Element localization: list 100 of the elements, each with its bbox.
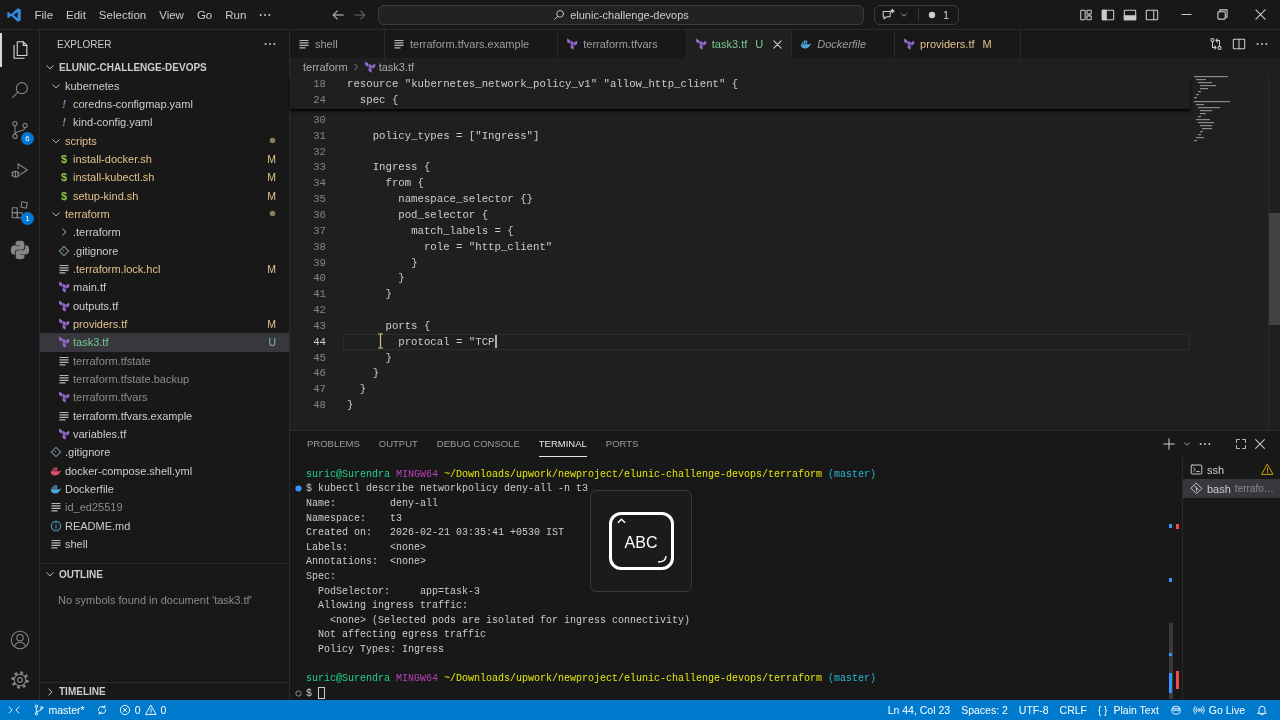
editor-tab[interactable]: task3.tf U xyxy=(686,30,793,58)
branch-button[interactable]: master* xyxy=(27,700,91,720)
go-live-button[interactable]: Go Live xyxy=(1187,700,1251,720)
text-caret xyxy=(494,335,497,349)
layout-icon[interactable] xyxy=(1079,7,1093,22)
bell-icon[interactable] xyxy=(1256,704,1268,716)
remote-icon[interactable] xyxy=(7,704,20,716)
menu-item[interactable]: Go xyxy=(190,5,219,24)
file-tree-item[interactable]: terraform.tfvars xyxy=(40,388,289,407)
status-dot-icon[interactable] xyxy=(295,485,302,493)
terraform-file-icon xyxy=(903,38,916,50)
close-icon[interactable] xyxy=(771,38,783,50)
cursor-position-button[interactable]: Ln 44, Col 23 xyxy=(882,700,956,720)
folder-tree-item[interactable]: scripts xyxy=(40,131,289,150)
exclamation-mark-icon: ! xyxy=(58,116,70,129)
compare-changes-icon[interactable] xyxy=(1209,37,1223,51)
editor-tab[interactable]: shell xyxy=(290,30,385,58)
terminal-session-item[interactable]: bash terrafo… xyxy=(1183,479,1280,498)
outline-header[interactable]: OUTLINE xyxy=(40,564,289,584)
timeline-header[interactable]: TIMELINE xyxy=(40,683,289,700)
line-ending-button[interactable]: CRLF xyxy=(1054,700,1093,720)
file-tree-item[interactable]: shell xyxy=(40,534,289,554)
editor-tab[interactable]: Dockerfile xyxy=(792,30,896,58)
panel-tab[interactable]: PROBLEMS xyxy=(307,431,360,457)
sidebar-toggle-icon[interactable] xyxy=(1101,7,1115,22)
file-tree-item[interactable]: .terraform.lock.hcl M xyxy=(40,259,289,279)
account-icon[interactable] xyxy=(8,629,31,651)
caret-icon[interactable] xyxy=(1182,439,1192,449)
terminal-output-line: Policy Types: Ingress xyxy=(317,643,445,655)
line-number: 39 xyxy=(312,256,326,269)
close-icon[interactable] xyxy=(1253,437,1267,451)
close-icon[interactable] xyxy=(1254,9,1266,20)
warning-icon xyxy=(1261,463,1274,476)
file-tree-item[interactable]: ! coredns-configmap.yaml xyxy=(40,94,289,114)
folder-tree-item[interactable]: terraform xyxy=(40,204,289,224)
file-tree-item[interactable]: providers.tf M xyxy=(40,314,289,334)
panel-tab[interactable]: OUTPUT xyxy=(378,431,418,457)
maximize-icon[interactable] xyxy=(1235,438,1247,450)
breadcrumb-item[interactable]: task3.tf xyxy=(378,61,415,73)
file-tree-item[interactable]: task3.tf U xyxy=(40,333,289,352)
goggles-face-icon[interactable] xyxy=(1169,704,1182,716)
file-tree-item[interactable]: $ setup-kind.sh M xyxy=(40,186,289,205)
diamond-icon xyxy=(58,244,70,257)
menu-item[interactable]: View xyxy=(152,5,191,24)
menu-item[interactable]: Selection xyxy=(92,5,153,24)
search-field[interactable]: elunic-challenge-devops xyxy=(378,4,864,25)
scrollbar-thumb[interactable] xyxy=(1269,213,1280,325)
folder-tree-item[interactable]: kubernetes xyxy=(40,76,289,95)
line-number: 48 xyxy=(312,399,326,412)
plus-icon[interactable] xyxy=(1162,437,1176,451)
line-number: 38 xyxy=(312,240,326,253)
panel-tab[interactable]: PORTS xyxy=(605,431,639,457)
dollar-sign-icon: $ xyxy=(58,171,70,184)
file-tree-item[interactable]: ! kind-config.yaml xyxy=(40,113,289,132)
menu-item[interactable]: Run xyxy=(218,5,253,24)
settings-icon[interactable] xyxy=(8,669,31,691)
file-tree-item[interactable]: id_ed25519 xyxy=(40,498,289,517)
panel-toggle-icon[interactable] xyxy=(1123,7,1137,22)
split-editor-icon[interactable] xyxy=(1232,37,1246,51)
file-tree-item[interactable]: $ install-kubectl.sh M xyxy=(40,168,289,187)
panel-tab[interactable]: TERMINAL xyxy=(538,431,587,457)
file-tree-item[interactable]: variables.tf xyxy=(40,424,289,444)
file-tree-item[interactable]: terraform.tfstate.backup xyxy=(40,369,289,389)
file-tree-item[interactable]: docker-compose.shell.yml xyxy=(40,461,289,480)
file-tree-item[interactable]: terraform.tfvars.example xyxy=(40,406,289,425)
code-line: protocal = "TCP xyxy=(398,335,495,348)
breadcrumb-item[interactable]: terraform xyxy=(303,61,348,73)
panel-tab[interactable]: DEBUG CONSOLE xyxy=(436,431,520,457)
snake-logo-icon[interactable] xyxy=(8,239,31,261)
problems-button[interactable]: 0 0 xyxy=(113,700,172,720)
file-tree-item[interactable]: .gitignore xyxy=(40,241,289,260)
terraform-file-icon xyxy=(58,391,70,404)
chat-button[interactable]: 1 xyxy=(874,4,960,25)
file-tree-item[interactable]: outputs.tf xyxy=(40,296,289,315)
terminal-output-line: Not affecting egress traffic xyxy=(317,629,487,641)
terminal-command-line: $ kubectl describe networkpolicy deny-all -n t3 xyxy=(306,483,589,495)
file-tree-item[interactable]: Dockerfile xyxy=(40,479,289,499)
menu-item[interactable]: Edit xyxy=(59,5,93,24)
file-tree-item[interactable]: $ install-docker.sh M xyxy=(40,149,289,169)
editor-tab[interactable]: terraform.tfvars xyxy=(558,30,687,58)
editor-tab[interactable]: providers.tf M xyxy=(895,30,1021,58)
broadcast-icon xyxy=(1192,704,1205,716)
file-tree-item[interactable]: terraform.tfstate xyxy=(40,351,289,370)
ring-icon[interactable] xyxy=(295,689,302,697)
restore-icon[interactable] xyxy=(1216,9,1228,20)
terminal-session-item[interactable]: ssh xyxy=(1183,460,1280,479)
secondary-sidebar-toggle-icon[interactable] xyxy=(1145,7,1159,22)
folder-tree-item[interactable]: ELUNIC-CHALLENGE-DEVOPS xyxy=(40,58,289,77)
editor-tab[interactable]: terraform.tfvars.example xyxy=(385,30,559,58)
indentation-button[interactable]: Spaces: 2 xyxy=(955,700,1014,720)
menu-item[interactable]: File xyxy=(28,5,60,24)
file-tree-item[interactable]: .gitignore xyxy=(40,443,289,462)
file-tree-item[interactable]: main.tf xyxy=(40,278,289,297)
sync-icon[interactable] xyxy=(95,704,108,716)
encoding-button[interactable]: UTF-8 xyxy=(1013,700,1055,720)
language-mode-button[interactable]: { } Plain Text xyxy=(1092,700,1165,720)
folder-tree-item[interactable]: .terraform xyxy=(40,223,289,242)
code-line: match_labels = { xyxy=(411,224,514,237)
file-tree-item[interactable]: README.md xyxy=(40,516,289,535)
sidebar-title: EXPLORER xyxy=(57,38,112,50)
